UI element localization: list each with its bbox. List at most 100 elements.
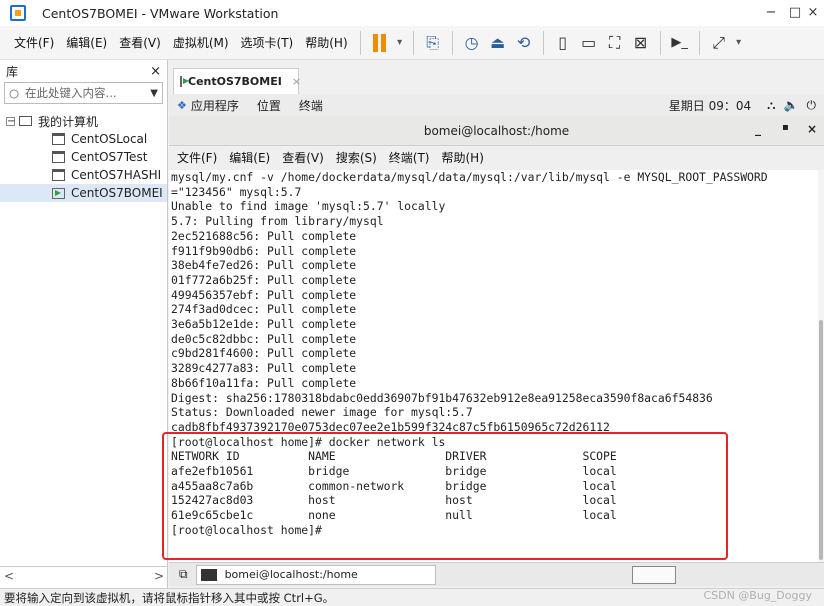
scroll-left-icon[interactable]: < [4,569,14,583]
terminal-line: 274f3ad0dcec: Pull complete [171,302,357,317]
watermark: CSDN @Bug_Doggy [703,589,812,602]
terminal-line: 2ec521688c56: Pull complete [171,228,357,243]
gnome-terminal-menu[interactable]: 终端 [299,97,323,114]
terminal-menubar: 文件(F) 编辑(E) 查看(V) 搜索(S) 终端(T) 帮助(H) [169,146,824,170]
show-desktop-icon[interactable]: ⧉ [179,567,188,582]
terminal-line: 01f772a6b25f: Pull complete [171,272,357,287]
terminal-line: 499456357ebf: Pull complete [171,287,357,302]
window-titlebar: CentOS7BOMEI - VMware Workstation − □ × [0,0,824,26]
gnome-apps-menu[interactable]: 应用程序 [191,97,239,114]
tree-item-vm[interactable]: CentOSLocal [0,130,167,148]
snapshot-manager-icon[interactable]: ⟲ [511,30,537,56]
tree-root-my-computer[interactable]: − 我的计算机 [0,112,167,130]
library-close-button[interactable]: × [150,64,161,79]
menu-tabs[interactable]: 选项卡(T) [235,31,300,55]
menu-file[interactable]: 文件(F) [8,31,60,55]
vmware-app-icon [10,5,26,21]
full-screen-icon[interactable]: ⛶ [602,30,628,56]
revert-snapshot-icon[interactable]: ⏏ [485,30,511,56]
terminal-line: 8b66f10a11fa: Pull complete [171,375,357,390]
status-bar: 要将输入定向到该虚拟机，请将鼠标指针移入其中或按 Ctrl+G。 CSDN @B… [0,588,824,606]
tree-root-label: 我的计算机 [38,114,99,129]
power-icon[interactable]: ⏻ [807,98,817,113]
gnome-clock[interactable]: 星期日 09：04 [669,97,751,114]
tree-item-label: CentOS7HASHI [71,168,162,182]
library-search-input[interactable]: ○ 在此处键入内容... ▼ [4,82,163,104]
terminal-titlebar: bomei@localhost:/home _ ▪ × [169,116,824,146]
search-placeholder: 在此处键入内容... [25,86,117,100]
terminal-line: Digest: sha256:1780318bdabc0edd36907bf91… [171,390,713,405]
terminal-menu-edit[interactable]: 编辑(E) [223,146,276,170]
menu-edit[interactable]: 编辑(E) [60,31,113,55]
taskbar-terminal-item[interactable]: bomei@localhost:/home [195,564,436,585]
terminal-line: mysql/my.cnf -v /home/dockerdata/mysql/d… [171,170,768,184]
toolbar-separator [359,30,361,55]
terminal-minimize-button[interactable]: _ [755,122,761,136]
library-header: 库 × [0,60,167,82]
terminal-scrollbar[interactable] [818,170,824,562]
gnome-apps-icon: ❖ [177,98,187,112]
tree-item-label: CentOS7Test [71,150,148,164]
terminal-line: 3e6a5b12e1de: Pull complete [171,317,357,332]
terminal-menu-help[interactable]: 帮助(H) [436,146,490,170]
vm-running-icon [180,76,189,87]
workspace-switcher[interactable] [632,566,676,584]
pause-button[interactable] [367,30,393,56]
unity-icon[interactable]: ⊠ [628,30,654,56]
terminal-title: bomei@localhost:/home [423,123,570,138]
highlight-box [162,432,728,560]
window-title: CentOS7BOMEI - VMware Workstation [42,5,279,21]
menu-help[interactable]: 帮助(H) [299,31,353,55]
close-button[interactable]: × [802,3,824,23]
tree-item-label: CentOS7BOMEI [71,186,163,200]
collapse-icon[interactable]: − [6,116,15,126]
tree-item-vm[interactable]: CentOS7HASHI [0,166,167,184]
status-message: 要将输入定向到该虚拟机，请将鼠标指针移入其中或按 Ctrl+G。 [4,590,335,605]
pause-icon [373,33,387,52]
console-view-icon[interactable]: ▶_ [667,30,693,56]
toolbar-separator [542,30,544,55]
network-icon[interactable]: ⛬ [767,98,775,113]
toolbar-separator [451,30,453,55]
terminal-scroll-thumb[interactable] [819,320,823,560]
chevron-down-icon[interactable]: ▼ [150,88,158,99]
scroll-right-icon[interactable]: > [154,569,164,583]
gnome-places-menu[interactable]: 位置 [257,97,281,114]
tab-centos7bomei[interactable]: CentOS7BOMEI × [173,68,301,94]
terminal-line: c9bd281f4600: Pull complete [171,346,357,361]
tab-label: CentOS7BOMEI [188,75,282,88]
menubar: 文件(F) 编辑(E) 查看(V) 虚拟机(M) 选项卡(T) 帮助(H) ▾ … [0,26,824,60]
terminal-menu-terminal[interactable]: 终端(T) [383,146,436,170]
terminal-maximize-button[interactable]: ▪ [782,122,789,133]
tree-item-vm[interactable]: CentOS7Test [0,148,167,166]
tree-item-label: CentOSLocal [71,132,148,146]
send-ctrl-alt-del-icon[interactable]: ⎘ [420,30,446,56]
search-icon: ○ [9,86,20,100]
terminal-menu-search[interactable]: 搜索(S) [330,146,383,170]
terminal-menu-file[interactable]: 文件(F) [171,146,223,170]
library-panel: 库 × ○ 在此处键入内容... ▼ − 我的计算机 CentOSLocal C… [0,60,168,590]
stretch-guest-icon[interactable]: ⤢ [706,30,732,56]
vm-icon [52,133,65,145]
volume-icon[interactable]: 🔈 [784,98,799,112]
show-library-icon[interactable]: ▯ [550,30,576,56]
terminal-line: ="123456" mysql:5.7 [171,184,302,199]
terminal-line: f911f9b90db6: Pull complete [171,243,357,258]
stretch-dropdown-icon[interactable]: ▾ [732,30,746,56]
terminal-line: 38eb4fe7ed26: Pull complete [171,258,357,273]
terminal-line: Status: Downloaded newer image for mysql… [171,405,473,420]
vm-icon [52,151,65,163]
tab-close-icon[interactable]: × [292,75,301,88]
minimize-button[interactable]: − [760,3,782,23]
thumbnail-bar-icon[interactable]: ▭ [576,30,602,56]
library-horizontal-scrollbar[interactable]: < > [0,566,168,584]
snapshot-icon[interactable]: ◷ [459,30,485,56]
terminal-line: Unable to find image 'mysql:5.7' locally [171,199,446,214]
menu-vm[interactable]: 虚拟机(M) [167,31,235,55]
tree-item-vm-selected[interactable]: CentOS7BOMEI [0,184,167,202]
terminal-close-button[interactable]: × [807,122,817,136]
gnome-window-list: ⧉ bomei@localhost:/home [169,562,824,586]
pause-dropdown-icon[interactable]: ▾ [393,30,407,56]
terminal-menu-view[interactable]: 查看(V) [276,146,330,170]
menu-view[interactable]: 查看(V) [113,31,167,55]
